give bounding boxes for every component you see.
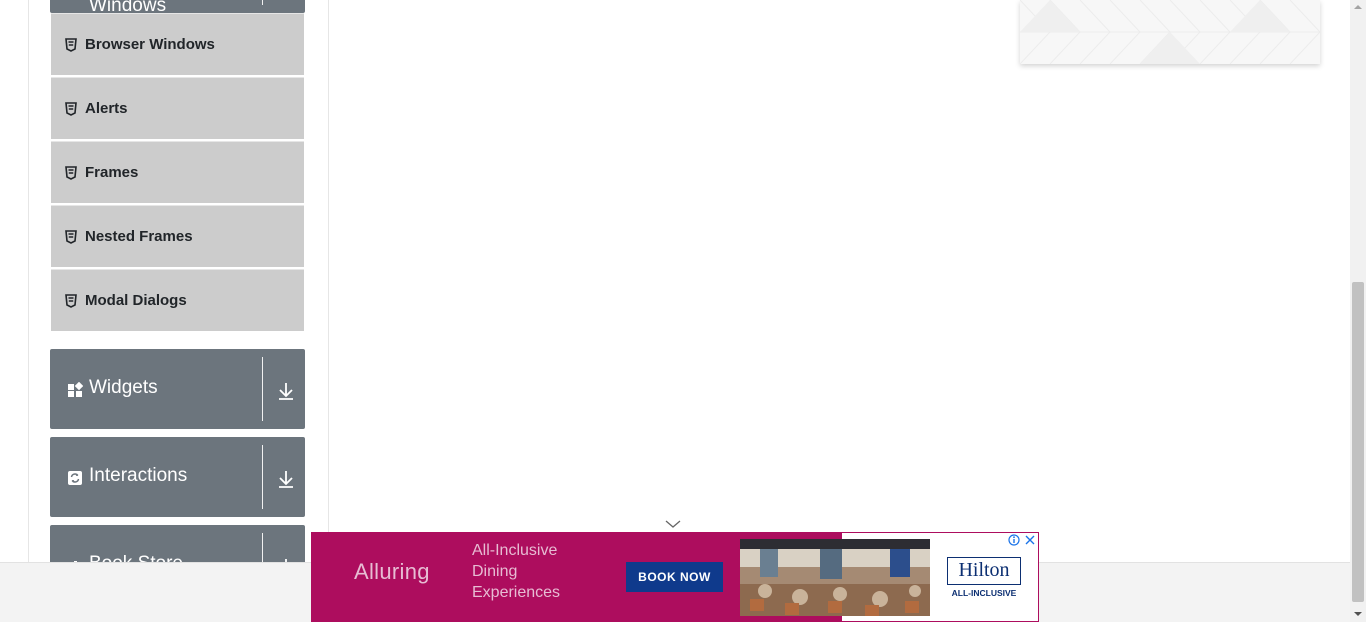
arrow-down-icon[interactable] [277,469,295,489]
sidebar-item-frames[interactable]: Frames [51,141,304,203]
sidebar-item-label: Nested Frames [85,228,193,245]
sidebar-item-label: Browser Windows [85,36,215,53]
adchoices-icon[interactable] [1008,534,1020,546]
hilton-logo-subtitle: ALL-INCLUSIVE [951,588,1017,598]
scroll-up-arrow-icon[interactable] [1354,3,1362,11]
restaurant-image [740,539,930,616]
group-header-divider [262,533,263,562]
close-icon[interactable] [1024,534,1036,546]
html5-icon [65,166,77,180]
widgets-icon [68,382,83,397]
group-header-divider [262,357,263,421]
group-header-interactions[interactable]: Interactions [50,437,305,517]
scroll-down-arrow-icon[interactable] [1354,610,1362,618]
html5-icon [65,294,77,308]
sidebar-item-label: Modal Dialogs [85,292,187,309]
ad-tagline: All-Inclusive Dining Experiences [472,542,561,601]
group-header-book-store[interactable]: Book Store [50,525,305,562]
sidebar-item-browser-windows[interactable]: Browser Windows [51,13,304,75]
side-ad-card[interactable] [1020,0,1320,64]
sidebar-item-alerts[interactable]: Alerts [51,77,304,139]
book-now-button[interactable]: BOOK NOW [626,562,723,592]
hilton-logo: Hilton [947,557,1021,585]
sidebar-border [328,0,329,562]
group-header-widgets[interactable]: Widgets [50,349,305,429]
group-header-label: Interactions [89,465,188,486]
group-header-divider [262,445,263,509]
html5-icon [65,102,77,116]
html5-icon [65,38,77,52]
chevron-down-icon[interactable] [665,519,681,529]
page: Windows Browser Windows Alerts Frames Ne… [0,0,1350,622]
group-header-alerts-frame-windows[interactable]: Windows [50,0,305,16]
group-header-label: Book Store [89,553,183,562]
arrow-down-icon[interactable] [277,381,295,401]
sidebar-item-label: Frames [85,164,139,181]
scrollbar-thumb[interactable] [1352,282,1364,602]
restaurant-photo [740,539,930,616]
group-header-divider [262,0,263,5]
geometric-pattern-image [1020,0,1320,64]
group-header-label: Widgets [89,377,158,398]
left-sidebar: Windows Browser Windows Alerts Frames Ne… [50,0,305,562]
sidebar-item-label: Alerts [85,100,128,117]
sidebar-item-modal-dialogs[interactable]: Modal Dialogs [51,269,304,331]
bottom-ad-banner[interactable]: Alluring All-Inclusive Dining Experience… [311,532,1039,622]
content-border [28,0,29,562]
html5-icon [65,230,77,244]
interactions-icon [68,471,82,485]
ad-brand-word: Alluring [354,559,430,584]
sidebar-item-nested-frames[interactable]: Nested Frames [51,205,304,267]
